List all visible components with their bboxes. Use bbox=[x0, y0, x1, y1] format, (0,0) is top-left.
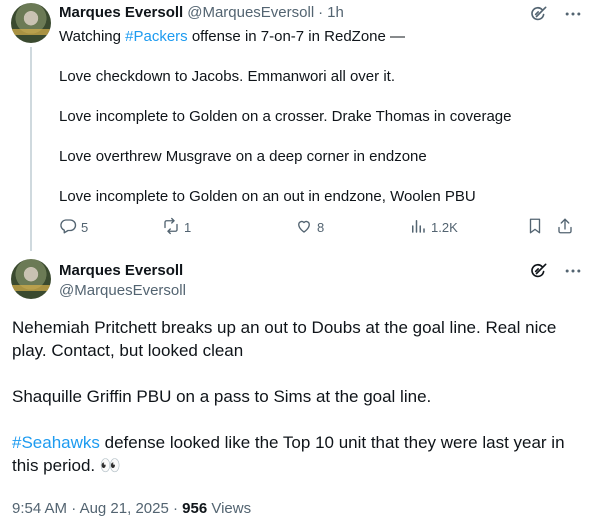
tweet-top-actions bbox=[529, 4, 583, 29]
more-icon[interactable] bbox=[563, 261, 583, 286]
avatar[interactable] bbox=[11, 3, 51, 43]
tweet-meta: 9:54 AM · Aug 21, 2025 · 956 Views bbox=[12, 499, 251, 519]
tweet-intro: Watching #Packers offense in 7-on-7 in R… bbox=[59, 27, 559, 47]
views-icon bbox=[409, 217, 427, 238]
separator-dot: · bbox=[172, 500, 178, 517]
reply-button[interactable]: 5 bbox=[59, 217, 88, 238]
tweet-header: Marques Eversoll @MarquesEversoll · 1h bbox=[59, 4, 344, 22]
bookmark-icon bbox=[526, 217, 544, 238]
grok-icon[interactable] bbox=[529, 261, 549, 286]
separator-dot: · bbox=[71, 500, 77, 517]
hashtag-link[interactable]: #Packers bbox=[125, 28, 188, 45]
author-name-row: Marques Eversoll bbox=[59, 262, 183, 280]
tweet-text: Watching #Packers offense in 7-on-7 in R… bbox=[59, 27, 559, 207]
repost-count: 1 bbox=[184, 220, 192, 235]
tweet-time[interactable]: 1h bbox=[327, 4, 344, 22]
views-label: Views bbox=[211, 500, 252, 517]
author-name[interactable]: Marques Eversoll bbox=[59, 262, 183, 280]
grok-icon[interactable] bbox=[529, 4, 549, 29]
tweet-line: Love overthrew Musgrave on a deep corner… bbox=[59, 148, 427, 165]
share-button[interactable] bbox=[556, 217, 574, 238]
tweet-line: Love checkdown to Jacobs. Emmanwori all … bbox=[59, 68, 395, 85]
avatar[interactable] bbox=[11, 259, 51, 299]
tweet-paragraph: Nehemiah Pritchett breaks up an out to D… bbox=[12, 318, 557, 360]
more-icon[interactable] bbox=[563, 4, 583, 29]
tweet-paragraph: Shaquille Griffin PBU on a pass to Sims … bbox=[12, 387, 432, 406]
bookmark-button[interactable] bbox=[526, 217, 544, 238]
author-handle[interactable]: @MarquesEversoll bbox=[187, 4, 314, 22]
intro-text: Watching bbox=[59, 28, 126, 45]
tweet-paragraph: #Seahawks defense looked like the Top 10… bbox=[12, 431, 582, 477]
hashtag-link[interactable]: #Seahawks bbox=[12, 433, 100, 452]
tweet-top-actions bbox=[529, 261, 583, 286]
tweet-action-bar: 5 1 8 1.2K bbox=[59, 217, 579, 237]
reply-count: 5 bbox=[81, 220, 89, 235]
repost-button[interactable]: 1 bbox=[162, 217, 191, 238]
tweet-time[interactable]: 9:54 AM bbox=[12, 500, 67, 517]
tweet-line: Love incomplete to Golden on an out in e… bbox=[59, 188, 476, 205]
views-button[interactable]: 1.2K bbox=[409, 217, 458, 238]
like-icon bbox=[295, 217, 313, 238]
views-count: 956 bbox=[182, 500, 208, 517]
tweet-date[interactable]: Aug 21, 2025 bbox=[80, 500, 169, 517]
author-name[interactable]: Marques Eversoll bbox=[59, 4, 183, 22]
tweet-text: Nehemiah Pritchett breaks up an out to D… bbox=[12, 316, 582, 477]
thread-connector-line bbox=[30, 47, 32, 251]
repost-icon bbox=[162, 217, 180, 238]
tweet-line: Love incomplete to Golden on a crosser. … bbox=[59, 108, 512, 125]
separator-dot: · bbox=[318, 4, 324, 21]
like-button[interactable]: 8 bbox=[295, 217, 324, 238]
reply-icon bbox=[59, 217, 77, 238]
intro-suffix: offense in 7-on-7 in RedZone — bbox=[187, 28, 406, 45]
author-handle-row: @MarquesEversoll bbox=[59, 282, 186, 300]
author-handle[interactable]: @MarquesEversoll bbox=[59, 282, 186, 300]
views-count: 1.2K bbox=[431, 220, 458, 235]
like-count: 8 bbox=[317, 220, 325, 235]
share-icon bbox=[556, 217, 574, 238]
